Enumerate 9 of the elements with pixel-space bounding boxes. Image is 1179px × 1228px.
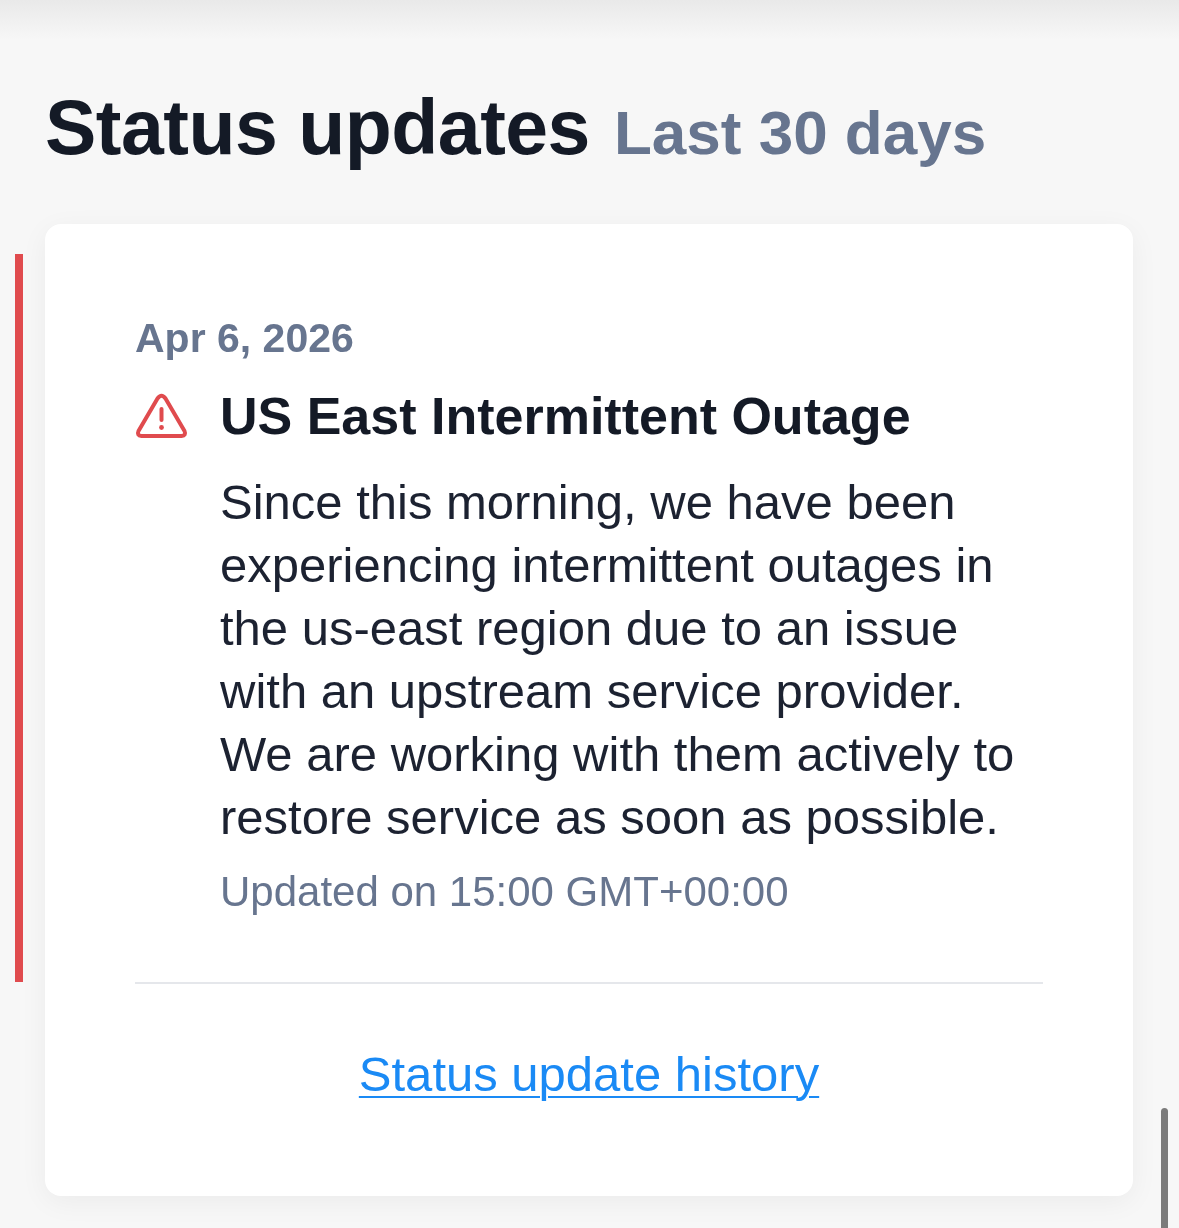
- incident-title: US East Intermittent Outage: [220, 386, 911, 446]
- warning-icon: [135, 393, 188, 439]
- incident-description: Since this morning, we have been experiencing intermittent outages in the us-east region due to an issue with an upstream service provider. We are working with them actively to restore service as soon as possible.: [220, 474, 1016, 846]
- period-label: Last 30 days: [613, 97, 987, 168]
- incident-date: Apr 6, 2026: [135, 314, 355, 363]
- history-link[interactable]: Status update history: [358, 1046, 820, 1102]
- section-title: Status updates: [45, 83, 590, 172]
- scrollbar-thumb[interactable]: [1161, 1108, 1168, 1228]
- updated-time: Updated on 15:00 GMT+00:00: [220, 867, 790, 917]
